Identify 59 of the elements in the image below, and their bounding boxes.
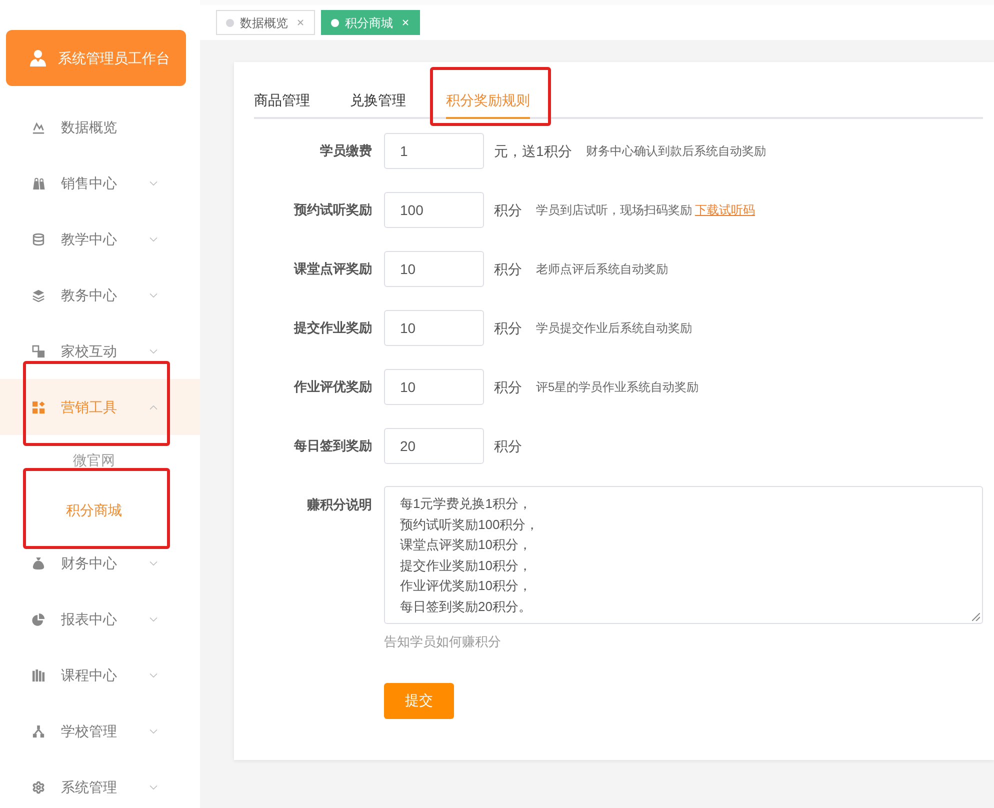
hint-text: 学员提交作业后系统自动奖励 bbox=[536, 320, 692, 337]
pie-chart-icon bbox=[32, 612, 45, 626]
submenu-item[interactable]: 积分商城 bbox=[0, 485, 188, 535]
input-field[interactable]: 10 bbox=[384, 251, 484, 287]
books-icon bbox=[32, 668, 45, 682]
workbench-button[interactable]: 系统管理员工作台 bbox=[6, 30, 186, 86]
unit-label: 积分 bbox=[494, 260, 522, 278]
input-field[interactable]: 10 bbox=[384, 310, 484, 346]
menu-item[interactable]: 营销工具 bbox=[0, 379, 200, 435]
field-label: 课堂点评奖励 bbox=[292, 260, 372, 278]
resize-handle-icon[interactable] bbox=[972, 613, 980, 621]
hint-text: 老师点评后系统自动奖励 bbox=[536, 261, 668, 278]
unit-label: 积分 bbox=[494, 378, 522, 396]
field-label: 提交作业奖励 bbox=[292, 319, 372, 338]
hint-text: 评5星的学员作业系统自动奖励 bbox=[536, 379, 699, 396]
hierarchy-icon bbox=[32, 724, 45, 738]
input-field[interactable]: 100 bbox=[384, 192, 484, 228]
field-label: 赚积分说明 bbox=[306, 496, 372, 514]
textarea-line: 作业评优奖励10积分， bbox=[400, 577, 532, 596]
input-field[interactable]: 10 bbox=[384, 369, 484, 405]
unit-label: 积分 bbox=[494, 200, 522, 220]
hint-text: 学员到店试听，现场扫码奖励 下载试听码 bbox=[536, 202, 755, 219]
database-icon bbox=[32, 232, 45, 246]
money-bag-icon bbox=[32, 556, 45, 570]
chart-icon bbox=[32, 120, 45, 134]
squares-icon bbox=[32, 344, 45, 358]
submit-button[interactable]: 提交 bbox=[384, 682, 454, 718]
field-label: 预约试听奖励 bbox=[292, 201, 372, 220]
input-field[interactable]: 1 bbox=[384, 133, 484, 169]
unit-label: 积分 bbox=[494, 436, 522, 456]
download-link[interactable]: 下载试听码 bbox=[695, 203, 755, 217]
settings-icon bbox=[32, 780, 45, 794]
page-tag[interactable]: 数据概览 bbox=[216, 10, 315, 35]
textarea-line: 每日签到奖励20积分。 bbox=[400, 598, 532, 616]
page-tag[interactable]: 积分商城 bbox=[321, 10, 420, 35]
user-icon bbox=[29, 49, 47, 67]
field-label: 学员缴费 bbox=[319, 142, 372, 160]
close-icon[interactable] bbox=[296, 18, 305, 27]
unit-label: 积分 bbox=[494, 318, 522, 338]
field-label: 每日签到奖励 bbox=[293, 437, 372, 456]
tag-label: 数据概览 bbox=[240, 14, 288, 32]
hint-text: 财务中心确认到款后系统自动奖励 bbox=[586, 143, 766, 160]
input-field[interactable]: 20 bbox=[384, 428, 484, 464]
unit-label: 元，送1积分 bbox=[494, 142, 572, 160]
grid-icon bbox=[32, 400, 45, 414]
field-label: 作业评优奖励 bbox=[292, 378, 372, 396]
tag-label: 积分商城 bbox=[345, 14, 393, 32]
textarea-line: 预约试听奖励100积分， bbox=[400, 516, 539, 534]
tab[interactable]: 商品管理 bbox=[254, 84, 310, 119]
layers-icon bbox=[32, 288, 45, 302]
textarea-line: 每1元学费兑换1积分， bbox=[400, 495, 532, 513]
description-textarea[interactable]: 每1元学费兑换1积分， 预约试听奖励100积分， 课堂点评奖励10积分， 提交作业奖励10积分， 作业评优奖励10积分， 每日签到奖励20积分。 bbox=[384, 486, 983, 624]
tab[interactable]: 兑换管理 bbox=[350, 84, 406, 119]
shopping-bags-icon bbox=[32, 176, 45, 190]
textarea-line: 课堂点评奖励10积分， bbox=[400, 536, 532, 554]
tab[interactable]: 积分奖励规则 bbox=[446, 84, 530, 119]
helper-text: 告知学员如何赚积分 bbox=[384, 633, 501, 651]
textarea-line: 提交作业奖励10积分， bbox=[400, 556, 532, 575]
submenu-item[interactable]: 微官网 bbox=[0, 435, 188, 485]
